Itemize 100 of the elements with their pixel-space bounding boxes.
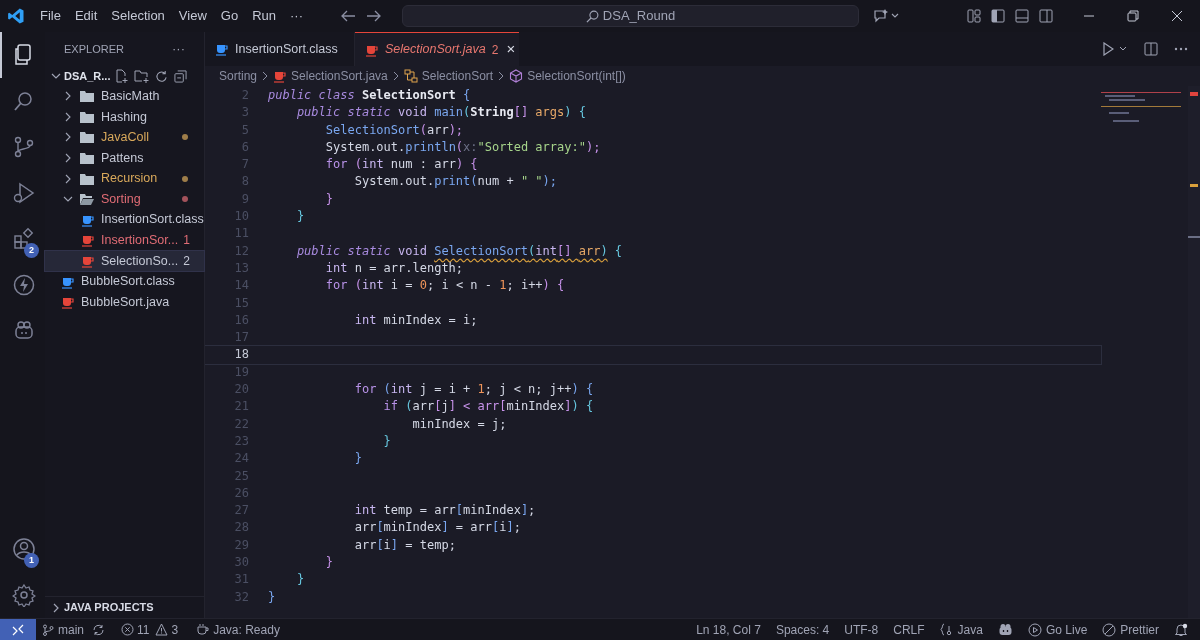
code-line: SelectionSort(arr); [324,121,464,139]
remote-button[interactable] [0,619,36,640]
warning-count[interactable]: 3 [171,620,179,639]
line-number: 25 [233,467,249,485]
line-number: 5 [240,121,249,139]
chevron-right-icon [261,71,270,81]
line-number: 12 [233,242,249,260]
panel-toggle-icon[interactable] [1015,9,1029,23]
run-icon[interactable] [1102,42,1114,56]
line-number: 30 [233,554,249,571]
folder-tree-item[interactable]: BasicMath [45,86,204,107]
breadcrumb-item[interactable]: SelectionSort.java [291,67,388,85]
folder-tree-item[interactable]: Hashing [45,106,204,128]
sidebar-toggle-icon[interactable] [991,9,1005,23]
back-icon[interactable] [340,9,356,23]
secondary-sidebar-icon[interactable] [1039,9,1053,23]
warning-marker [1190,184,1198,187]
braces-icon [939,623,954,636]
close-icon[interactable] [1171,10,1183,22]
java-projects-header[interactable]: JAVA PROJECTS [64,599,154,616]
split-editor-icon[interactable] [1144,42,1158,56]
explorer-entry[interactable]: BubbleSort.java [45,291,204,313]
robot-icon [997,623,1013,636]
menu-item[interactable]: View [173,6,212,26]
folder-icon [79,151,95,166]
code-line: } [295,571,305,589]
code-line: } [324,554,334,571]
breadcrumb-item[interactable]: SelectionSort [421,67,494,85]
new-file-icon[interactable] [114,69,129,83]
status-item[interactable]: CRLF [893,620,925,639]
close-tab-icon[interactable]: × [506,38,516,61]
code-line: minIndex = j; [411,415,507,433]
code-line: int n = arr.length; [324,259,464,277]
line-number: 14 [233,277,249,295]
restore-icon[interactable] [1127,10,1139,22]
java-status[interactable]: Java: Ready [213,620,280,639]
code-line: arr[i] = temp; [353,536,456,554]
status-item[interactable]: Ln 18, Col 7 [696,620,761,639]
menu-item[interactable]: Edit [69,6,103,26]
menu-item[interactable]: Selection [106,6,170,26]
sync-icon [92,623,105,636]
status-item[interactable]: UTF-8 [844,620,879,639]
more-actions-icon[interactable] [1174,47,1188,51]
breadcrumb-item[interactable]: Sorting [219,67,258,85]
menu-item[interactable]: ··· [285,6,308,26]
line-number: 7 [240,156,249,174]
folder-tree-item[interactable]: Sorting [45,188,204,210]
code-line: } [324,190,334,208]
refresh-icon[interactable] [155,69,169,83]
activity-button[interactable]: 2 [0,216,45,262]
class-file-icon [215,42,229,56]
code-line: public class SelectionSort { [268,87,471,104]
menu-item[interactable]: Go [215,6,244,26]
status-item[interactable]: Go Live [1045,620,1088,639]
explorer-entry[interactable]: InsertionSort.class [45,209,204,231]
error-count[interactable]: 11 [137,620,150,639]
chevron-right-icon [497,71,506,81]
line-number: 32 [233,588,249,606]
lightning-icon [11,273,36,297]
search-field[interactable]: DSA_Round [402,5,859,27]
forward-icon[interactable] [366,9,382,23]
explorer-entry[interactable]: InsertionSor... 1 [45,230,204,251]
warning-icon [155,623,169,636]
status-item[interactable]: Prettier [1120,620,1159,639]
menu-item[interactable]: File [35,6,66,26]
folder-icon [79,130,95,145]
folder-tree-item[interactable]: Recursion [45,168,204,189]
code-line: int temp = arr[minIndex]; [353,502,536,520]
menu-item[interactable]: Run [247,6,281,26]
editor-tab[interactable]: SelectionSort.java 2 × [355,32,519,66]
branch-icon [42,623,54,636]
collapse-all-icon[interactable] [174,69,188,83]
code-line: for (int num : arr) { [324,156,478,174]
run-debug-icon [11,181,36,205]
branch-name[interactable]: main [58,620,84,639]
play-circle-icon [1027,622,1042,637]
status-item[interactable]: Java [957,620,983,639]
layout-icon[interactable] [967,9,981,23]
code-line: arr[minIndex] = arr[i]; [353,519,521,537]
breadcrumb-item[interactable]: SelectionSort(int[]) [527,67,626,85]
java-file-icon [273,69,288,83]
more-actions-icon[interactable]: ··· [172,39,185,59]
line-number: 16 [233,311,249,329]
explorer-entry[interactable]: BubbleSort.class [45,271,204,292]
line-number: 10 [233,208,249,226]
explorer-entry[interactable]: SelectionSo... 2 [45,250,204,272]
new-folder-icon[interactable] [134,69,150,83]
line-number: 3 [240,104,249,122]
cup-icon [196,623,211,636]
code-line: System.out.print(num + " "); [353,173,558,191]
workspace-root[interactable]: DSA_R... [64,67,111,85]
status-item[interactable]: Spaces: 4 [775,620,830,639]
open-folder-icon [79,192,95,207]
line-number: 21 [233,398,249,416]
folder-tree-item[interactable]: JavaColl [45,127,204,148]
activity-button[interactable]: 1 [0,526,45,572]
error-icon [121,623,134,636]
chat-sparkle-icon[interactable] [873,8,899,24]
folder-tree-item[interactable]: Pattens [45,147,204,169]
code-line: } [353,450,362,468]
